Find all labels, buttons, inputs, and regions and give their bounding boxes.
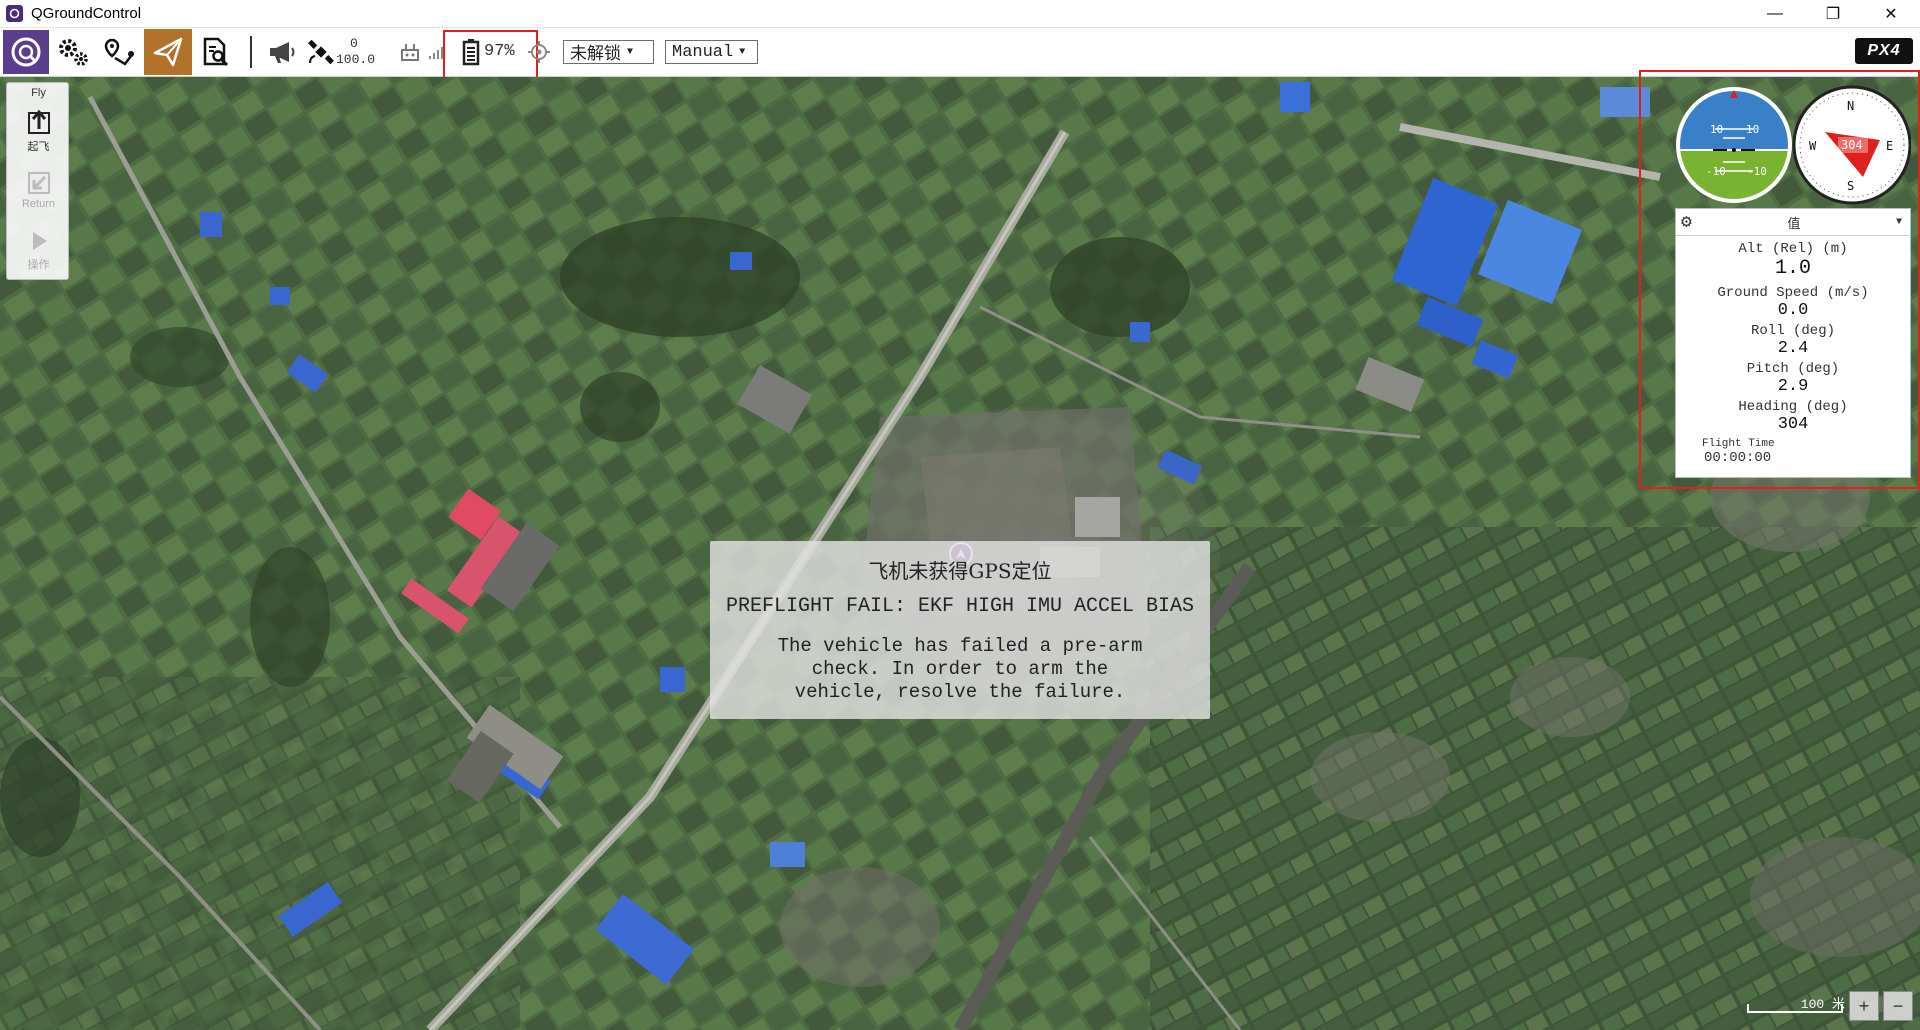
roll-value-block: Roll (deg) 2.4: [1676, 323, 1910, 358]
gps-hdop: 100.0: [336, 52, 376, 67]
return-label: Return: [21, 198, 56, 210]
takeoff-button[interactable]: 起飞: [7, 109, 70, 157]
rc-transmitter-icon: [401, 44, 419, 61]
values-header: ⚙ 值 ▼: [1676, 209, 1910, 236]
chevron-down-icon: ▼: [627, 46, 634, 58]
pitch-tick-label: -10: [1747, 165, 1767, 178]
waypoint-path-icon: [104, 38, 134, 66]
fly-button[interactable]: [144, 29, 192, 75]
gps-indicator[interactable]: [305, 30, 337, 74]
gears-icon: [59, 39, 88, 66]
messages-indicator[interactable]: [265, 30, 299, 74]
heading-value: 304: [1777, 415, 1809, 434]
message-title: 飞机未获得GPS定位: [868, 559, 1052, 583]
close-button[interactable]: ✕: [1862, 0, 1920, 27]
telemetry-rssi-indicator[interactable]: [426, 30, 446, 74]
compass-south-label: S: [1847, 179, 1854, 193]
window-titlebar: QGroundControl — ❐ ✕: [0, 0, 1920, 28]
pitch-tick-label: 10: [1746, 123, 1759, 136]
map-scale: 100 米: [1745, 991, 1845, 1021]
speed-value-block: Ground Speed (m/s) 0.0: [1676, 285, 1910, 320]
map-scale-tick: [1841, 1004, 1843, 1012]
qgc-menu-button[interactable]: [3, 30, 49, 74]
main-toolbar: 0 100.0 97% 未解锁 ▼ Manual ▼ PX4: [0, 28, 1920, 88]
rtk-indicator[interactable]: [526, 30, 552, 74]
return-home-icon: [27, 172, 50, 194]
document-search-icon: [203, 37, 229, 67]
takeoff-label: 起飞: [27, 141, 50, 153]
paper-plane-icon: [153, 37, 183, 67]
gps-count: 0: [350, 36, 358, 51]
window-title: QGroundControl: [31, 5, 142, 22]
px4-logo-text: PX4: [1867, 42, 1901, 59]
roll-value: 2.4: [1777, 339, 1809, 358]
preflight-message: 飞机未获得GPS定位 PREFLIGHT FAIL: EKF HIGH IMU …: [710, 541, 1210, 719]
rc-indicator[interactable]: [397, 30, 423, 74]
attitude-indicator: 10 10 -10 -10: [1676, 87, 1792, 203]
chevron-down-icon[interactable]: ▼: [1896, 217, 1902, 228]
message-line: vehicle, resolve the failure.: [794, 681, 1126, 703]
map-scale-tick: [1747, 1004, 1749, 1012]
message-line: check. In order to arm the: [811, 658, 1109, 680]
alt-value: 1.0: [1774, 257, 1811, 280]
map-scale-bar: [1747, 1011, 1843, 1013]
toolstrip-header: Fly: [31, 87, 46, 99]
arm-state-dropdown[interactable]: 未解锁 ▼: [563, 40, 654, 65]
settings-button[interactable]: [53, 30, 93, 74]
heading-value-block: Heading (deg) 304: [1676, 399, 1910, 434]
zoom-in-button[interactable]: +: [1849, 991, 1879, 1021]
values-panel: ⚙ 值 ▼ Alt (Rel) (m) 1.0 Ground Speed (m/…: [1675, 208, 1911, 478]
battery-percent: 97%: [484, 42, 515, 61]
flight-mode-label: Manual: [672, 42, 734, 62]
toolbar-separator: [250, 36, 252, 68]
battery-indicator[interactable]: [458, 30, 484, 74]
px4-logo: PX4: [1855, 38, 1913, 64]
message-headline: PREFLIGHT FAIL: EKF HIGH IMU ACCEL BIAS: [725, 595, 1195, 618]
action-button[interactable]: 操作: [7, 229, 70, 275]
compass-heading-value: 304: [1841, 138, 1863, 152]
flight-time-label: Flight Time: [1702, 438, 1775, 450]
fly-tool-strip: Fly 起飞 Return 操作: [6, 82, 69, 280]
heading-label: Heading (deg): [1738, 399, 1848, 415]
gear-icon[interactable]: ⚙: [1681, 211, 1692, 233]
arm-state-label: 未解锁: [570, 46, 621, 65]
signal-bars-icon: [429, 47, 443, 59]
play-icon: [32, 232, 47, 250]
compass-west-label: W: [1809, 139, 1817, 153]
maximize-button[interactable]: ❐: [1804, 0, 1862, 27]
pitch-value: 2.9: [1777, 377, 1809, 396]
return-button[interactable]: Return: [7, 169, 70, 217]
battery-icon: [462, 39, 480, 66]
values-header-label: 值: [1787, 216, 1801, 232]
zoom-out-button[interactable]: −: [1883, 991, 1913, 1021]
alt-label: Alt (Rel) (m): [1738, 241, 1848, 257]
instrument-gauges: 10 10 -10 -10 N S E W 304: [1676, 85, 1912, 205]
compass-east-label: E: [1886, 139, 1893, 153]
takeoff-arrow-icon: [27, 109, 50, 134]
compass-indicator: N S E W 304: [1792, 85, 1912, 205]
crosshair-icon: [528, 41, 550, 63]
plan-button[interactable]: [100, 30, 140, 74]
flight-time-value: 00:00:00: [1704, 450, 1772, 466]
action-label: 操作: [27, 259, 50, 271]
pitch-label: Pitch (deg): [1746, 361, 1840, 377]
compass-north-label: N: [1847, 99, 1854, 113]
map-scale-label: 100 米: [1800, 997, 1845, 1012]
flight-mode-dropdown[interactable]: Manual ▼: [665, 40, 758, 64]
analyze-button[interactable]: [196, 30, 236, 74]
satellite-icon: [308, 39, 334, 65]
minimize-button[interactable]: —: [1746, 0, 1804, 27]
megaphone-icon: [270, 42, 295, 63]
qgc-app-icon: [6, 5, 23, 22]
chevron-down-icon: ▼: [739, 46, 746, 58]
speed-value: 0.0: [1777, 301, 1809, 320]
pitch-tick-label: -10: [1706, 165, 1726, 178]
speed-label: Ground Speed (m/s): [1717, 285, 1869, 301]
pitch-value-block: Pitch (deg) 2.9: [1676, 361, 1910, 396]
message-line: The vehicle has failed a pre-arm: [777, 635, 1143, 657]
alt-value-block: Alt (Rel) (m) 1.0: [1676, 241, 1910, 280]
qgc-logo-icon: [11, 37, 41, 67]
pitch-tick-label: 10: [1710, 123, 1723, 136]
roll-label: Roll (deg): [1750, 323, 1835, 339]
